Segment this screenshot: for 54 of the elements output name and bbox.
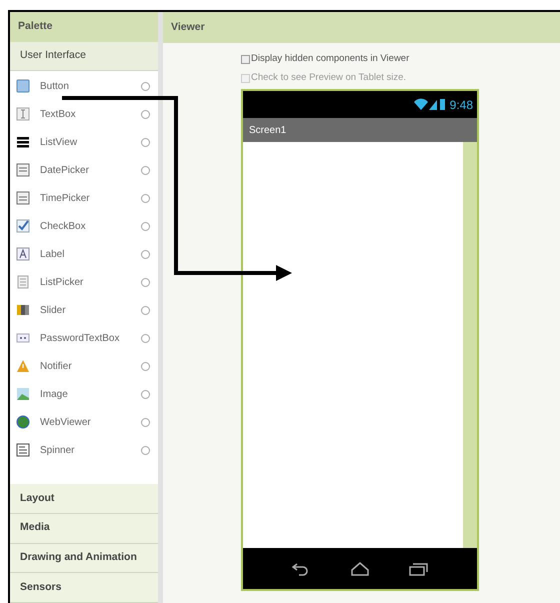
help-icon[interactable] — [141, 446, 150, 455]
slider-icon — [16, 303, 30, 318]
globe-icon — [16, 415, 30, 430]
screen-title: Screen1 — [243, 118, 477, 142]
button-icon — [16, 79, 30, 94]
help-icon[interactable] — [141, 306, 150, 315]
help-icon[interactable] — [141, 138, 150, 147]
palette-item[interactable]: Label — [10, 240, 158, 268]
home-icon[interactable] — [349, 560, 371, 577]
status-icons — [414, 98, 446, 111]
label-icon — [16, 247, 30, 262]
panel-title: Palette — [10, 12, 158, 42]
textbox-icon — [16, 107, 30, 122]
checkbox-label: Display hidden components in Viewer — [251, 52, 410, 66]
category-header[interactable]: Media — [10, 514, 158, 544]
palette-item[interactable]: Spinner — [10, 436, 158, 464]
palette-item[interactable]: TextBox — [10, 100, 158, 128]
list-icon — [16, 275, 30, 290]
palette-item[interactable]: PasswordTextBox — [10, 324, 158, 352]
category-header[interactable]: Sensors — [10, 573, 158, 603]
palette-item[interactable]: ListPicker — [10, 268, 158, 296]
help-icon[interactable] — [141, 110, 150, 119]
palette-item[interactable]: CheckBox — [10, 212, 158, 240]
checkmark-icon — [16, 219, 30, 234]
palette-item[interactable]: TimePicker — [10, 184, 158, 212]
help-icon[interactable] — [141, 82, 150, 91]
panel-title: Viewer — [163, 12, 560, 43]
palette-item[interactable]: Slider — [10, 296, 158, 324]
help-icon[interactable] — [141, 362, 150, 371]
palette-item[interactable]: Button — [10, 72, 158, 100]
palette-item[interactable]: ListView — [10, 128, 158, 156]
help-icon[interactable] — [141, 278, 150, 287]
help-icon[interactable] — [141, 418, 150, 427]
image-icon — [16, 387, 30, 402]
spinner-icon — [16, 443, 30, 458]
help-icon[interactable] — [141, 166, 150, 175]
palette-item[interactable]: DatePicker — [10, 156, 158, 184]
password-icon — [16, 331, 30, 346]
help-icon[interactable] — [141, 250, 150, 259]
list-icon — [16, 135, 30, 150]
help-icon[interactable] — [141, 194, 150, 203]
warning-icon — [16, 359, 30, 374]
help-icon[interactable] — [141, 222, 150, 231]
palette-item[interactable]: WebViewer — [10, 408, 158, 436]
checkbox-label: Check to see Preview on Tablet size. — [251, 70, 406, 85]
category-header[interactable]: User Interface — [10, 42, 158, 72]
clock-time: 9:48 — [450, 96, 473, 114]
help-icon[interactable] — [141, 390, 150, 399]
help-icon[interactable] — [141, 334, 150, 343]
palette-item[interactable]: Image — [10, 380, 158, 408]
checkbox[interactable] — [241, 54, 250, 64]
palette-item[interactable]: Notifier — [10, 352, 158, 380]
category-header[interactable]: Drawing and Animation — [10, 544, 158, 574]
category-header[interactable]: Layout — [10, 484, 158, 514]
